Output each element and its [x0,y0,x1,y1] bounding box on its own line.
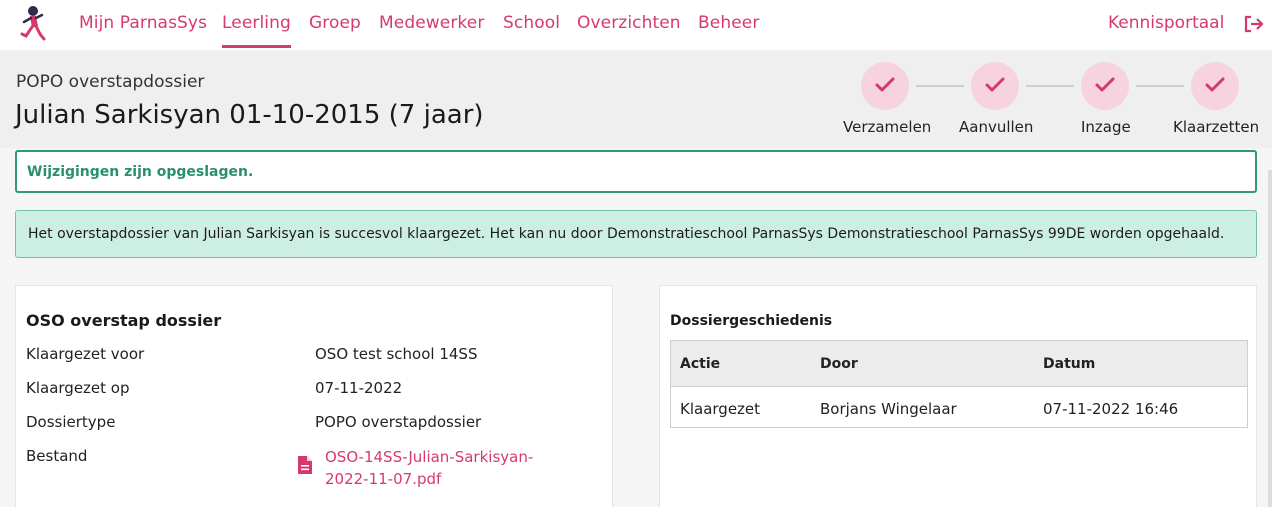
nav-overzichten[interactable]: Overzichten [577,13,681,33]
step-connector [916,85,964,87]
page-header: POPO overstapdossier Julian Sarkisyan 01… [0,50,1272,148]
top-navigation: Mijn ParnasSys Leerling Groep Medewerker… [0,0,1272,50]
dossiertype-label: Dossiertype [26,413,116,431]
nav-beheer[interactable]: Beheer [698,13,759,33]
cell-datum: 07-11-2022 16:46 [1043,400,1179,418]
page-title: Julian Sarkisyan 01-10-2015 (7 jaar) [15,100,484,130]
table-row: Klaargezet Borjans Wingelaar 07-11-2022 … [671,387,1247,427]
dossier-history-card: Dossiergeschiedenis Actie Door Datum Kla… [659,285,1257,507]
step-label-inzage: Inzage [1081,118,1131,136]
column-header-door[interactable]: Door [820,356,858,372]
file-name-line2[interactable]: 2022-11-07.pdf [325,468,533,490]
step-label-klaarzetten: Klaarzetten [1173,118,1260,136]
dossiertype-value: POPO overstapdossier [315,413,482,431]
step-klaarzetten-circle[interactable] [1191,62,1239,110]
history-card-title: Dossiergeschiedenis [670,313,833,329]
klaargezet-voor-value: OSO test school 14SS [315,345,478,363]
logout-icon[interactable] [1243,14,1265,34]
bestand-download-link[interactable]: OSO-14SS-Julian-Sarkisyan- 2022-11-07.pd… [325,446,533,490]
nav-mijn-parnassys[interactable]: Mijn ParnasSys [79,13,207,33]
active-nav-indicator [222,45,291,48]
file-document-icon[interactable] [297,455,313,475]
klaargezet-voor-label: Klaargezet voor [26,345,145,363]
nav-medewerker[interactable]: Medewerker [379,13,484,33]
step-label-aanvullen: Aanvullen [959,118,1034,136]
step-inzage-circle[interactable] [1081,62,1129,110]
parnassys-logo[interactable] [14,4,50,42]
step-verzamelen-circle[interactable] [861,62,909,110]
success-alert-text: Het overstapdossier van Julian Sarkisyan… [28,226,1225,242]
scrollbar[interactable] [1268,170,1272,507]
column-header-datum[interactable]: Datum [1043,356,1095,372]
check-icon [875,77,895,92]
nav-school[interactable]: School [503,13,560,33]
column-header-actie[interactable]: Actie [680,356,720,372]
step-connector [1136,85,1184,87]
history-table: Actie Door Datum Klaargezet Borjans Wing… [670,340,1248,428]
check-icon [1095,77,1115,92]
klaargezet-op-label: Klaargezet op [26,379,130,397]
oso-card-title: OSO overstap dossier [26,311,222,330]
klaargezet-op-value: 07-11-2022 [315,379,403,397]
check-icon [1205,77,1225,92]
cell-actie: Klaargezet [680,400,761,418]
page-subtitle: POPO overstapdossier [16,72,205,92]
file-name-line1[interactable]: OSO-14SS-Julian-Sarkisyan- [325,446,533,468]
oso-dossier-card: OSO overstap dossier Klaargezet voor OSO… [15,285,613,507]
step-label-verzamelen: Verzamelen [843,118,932,136]
saved-alert-text: Wijzigingen zijn opgeslagen. [27,164,254,180]
nav-groep[interactable]: Groep [309,13,361,33]
kennisportaal-link[interactable]: Kennisportaal [1108,13,1224,33]
check-icon [985,77,1005,92]
history-table-header: Actie Door Datum [671,341,1247,387]
step-connector [1026,85,1074,87]
success-alert: Het overstapdossier van Julian Sarkisyan… [15,210,1257,258]
bestand-label: Bestand [26,447,88,465]
cell-door: Borjans Wingelaar [820,400,957,418]
step-aanvullen-circle[interactable] [971,62,1019,110]
nav-leerling[interactable]: Leerling [222,13,291,33]
saved-alert: Wijzigingen zijn opgeslagen. [15,150,1257,193]
